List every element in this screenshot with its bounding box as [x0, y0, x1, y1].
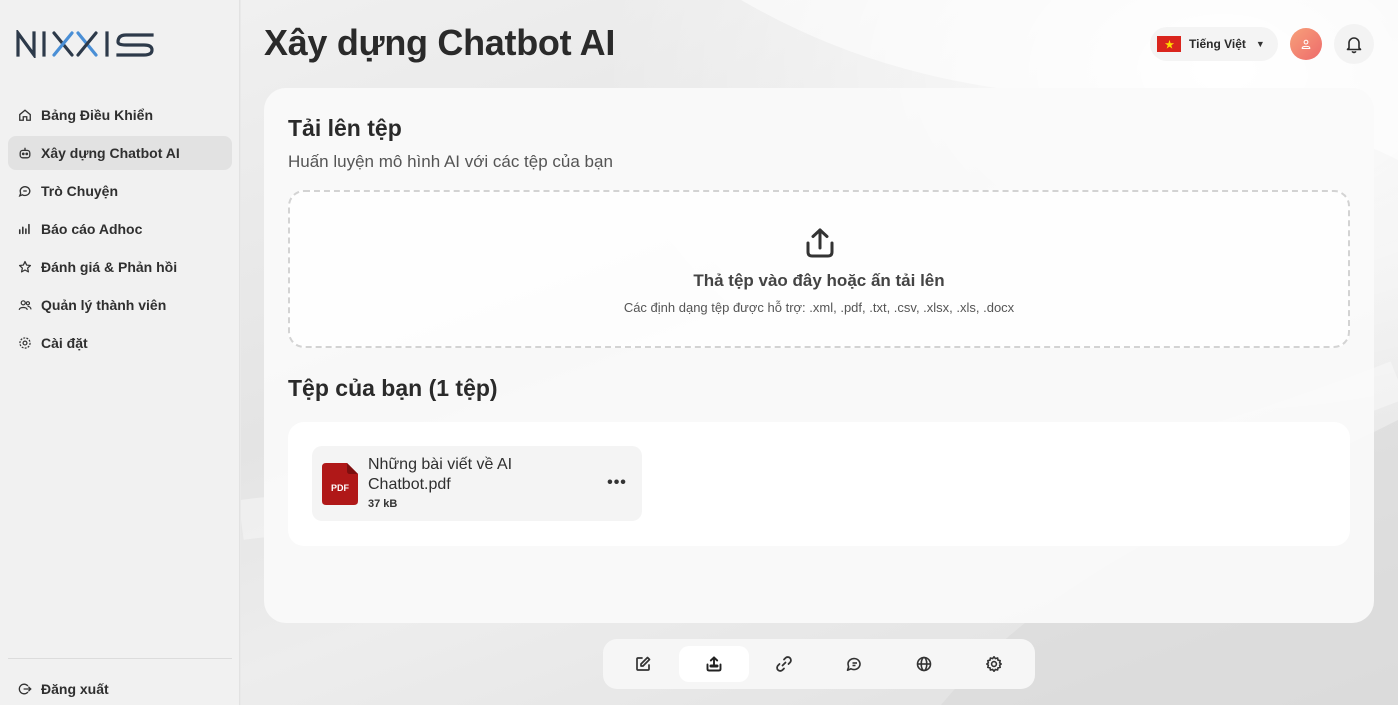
notifications-button[interactable]	[1334, 24, 1374, 64]
file-item[interactable]: PDF Những bài viết về AI Chatbot.pdf 37 …	[312, 446, 642, 521]
tool-link[interactable]	[749, 646, 819, 682]
files-title: Tệp của bạn (1 tệp)	[288, 375, 498, 401]
sidebar-item-feedback[interactable]: Đánh giá & Phản hồi	[8, 250, 232, 284]
globe-icon	[916, 656, 932, 672]
sidebar-item-label: Cài đặt	[41, 335, 88, 351]
tool-chat[interactable]	[819, 646, 889, 682]
vietnam-flag-icon	[1157, 36, 1181, 52]
home-icon	[18, 108, 32, 122]
more-options-icon[interactable]: •••	[604, 473, 630, 493]
sidebar-item-chatbot-builder[interactable]: Xây dựng Chatbot AI	[8, 136, 232, 170]
sidebar: Bảng Điều Khiển Xây dựng Chatbot AI Trò …	[0, 0, 240, 705]
users-icon	[18, 298, 32, 312]
upload-icon	[706, 656, 722, 672]
caret-down-icon: ▼	[1255, 39, 1265, 49]
dropzone-title: Thả tệp vào đây hoặc ấn tải lên	[693, 271, 945, 290]
user-icon	[1301, 39, 1311, 50]
sidebar-item-label: Trò Chuyện	[41, 183, 119, 199]
chat-bubble-icon	[846, 657, 861, 671]
sidebar-divider	[8, 658, 232, 659]
tool-website[interactable]	[889, 646, 959, 682]
bar-chart-icon	[18, 222, 32, 236]
pdf-badge: PDF	[331, 483, 350, 493]
tool-edit[interactable]	[608, 646, 678, 682]
sidebar-nav: Bảng Điều Khiển Xây dựng Chatbot AI Trò …	[8, 98, 232, 364]
sidebar-item-label: Bảng Điều Khiển	[41, 107, 154, 123]
sidebar-item-label: Báo cáo Adhoc	[41, 221, 143, 237]
logout-icon	[18, 682, 32, 696]
sidebar-item-settings[interactable]: Cài đặt	[8, 326, 232, 360]
user-avatar[interactable]	[1290, 28, 1322, 60]
files-panel: PDF Những bài viết về AI Chatbot.pdf 37 …	[288, 422, 1350, 546]
sidebar-item-adhoc-report[interactable]: Báo cáo Adhoc	[8, 212, 232, 246]
language-label: Tiếng Việt	[1189, 37, 1246, 51]
pdf-file-icon: PDF	[322, 463, 358, 505]
page-title: Xây dựng Chatbot AI	[264, 22, 616, 63]
tool-settings[interactable]	[959, 646, 1029, 682]
file-dropzone[interactable]: Thả tệp vào đây hoặc ấn tải lên Các định…	[288, 190, 1350, 348]
main-content: Xây dựng Chatbot AI Tiếng Việt ▼ Tải lên…	[241, 0, 1398, 705]
sidebar-item-chat[interactable]: Trò Chuyện	[8, 174, 232, 208]
bottom-toolbar	[603, 639, 1035, 689]
logout-button[interactable]: Đăng xuất	[8, 672, 232, 705]
chat-icon	[18, 184, 32, 198]
file-name: Những bài viết về AI Chatbot.pdf	[368, 456, 513, 493]
upload-card: Tải lên tệp Huấn luyện mô hình AI với cá…	[264, 88, 1374, 623]
sidebar-item-label: Quản lý thành viên	[41, 297, 167, 313]
link-icon	[776, 656, 792, 672]
language-selector[interactable]: Tiếng Việt ▼	[1150, 27, 1278, 61]
upload-subtitle: Huấn luyện mô hình AI với các tệp của bạ…	[288, 152, 613, 171]
star-icon	[18, 260, 32, 274]
upload-title: Tải lên tệp	[288, 115, 402, 141]
nixxis-logo[interactable]	[16, 30, 156, 58]
logout: Đăng xuất	[8, 672, 232, 705]
logout-label: Đăng xuất	[41, 681, 109, 697]
sidebar-item-label: Đánh giá & Phản hồi	[41, 259, 178, 275]
gear-icon	[18, 336, 32, 350]
file-size: 37 kB	[368, 498, 398, 510]
sidebar-item-members[interactable]: Quản lý thành viên	[8, 288, 232, 322]
tool-upload[interactable]	[679, 646, 749, 682]
edit-icon	[636, 656, 651, 671]
sidebar-item-label: Xây dựng Chatbot AI	[41, 145, 180, 161]
upload-icon	[806, 228, 834, 258]
bot-icon	[18, 146, 32, 160]
dropzone-formats: Các định dạng tệp được hỗ trợ: .xml, .pd…	[623, 300, 1015, 315]
sidebar-item-dashboard[interactable]: Bảng Điều Khiển	[8, 98, 232, 132]
bell-icon	[1346, 37, 1362, 54]
gear-icon	[986, 656, 1002, 672]
